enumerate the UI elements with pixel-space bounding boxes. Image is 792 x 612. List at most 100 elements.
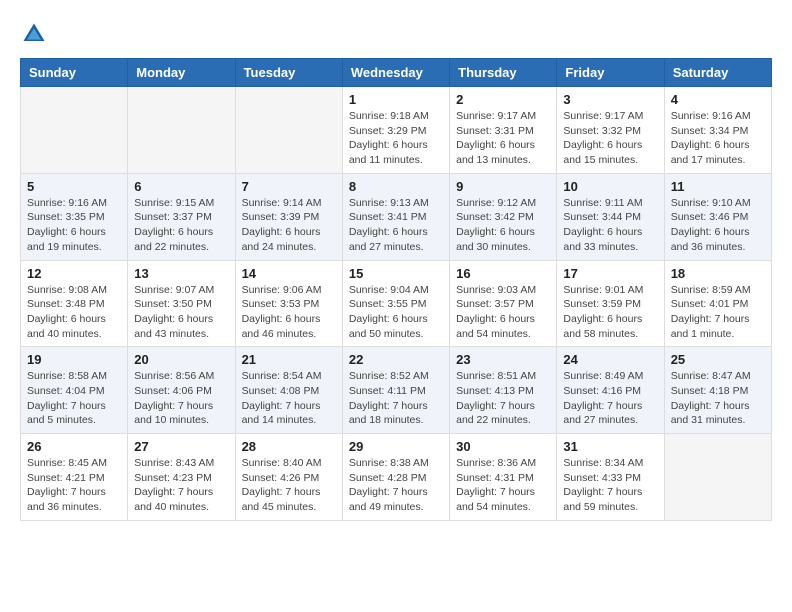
day-info: Sunrise: 8:59 AMSunset: 4:01 PMDaylight:… [671, 283, 765, 342]
day-info: Sunrise: 8:56 AMSunset: 4:06 PMDaylight:… [134, 369, 228, 428]
calendar-day: 26Sunrise: 8:45 AMSunset: 4:21 PMDayligh… [21, 434, 128, 521]
day-info: Sunrise: 9:18 AMSunset: 3:29 PMDaylight:… [349, 109, 443, 168]
day-number: 2 [456, 92, 550, 107]
day-number: 25 [671, 352, 765, 367]
day-number: 14 [242, 266, 336, 281]
calendar-day: 14 Sunrise: 9:06 AMSunset: 3:53 PMDayligh… [235, 260, 342, 347]
calendar-day: 23 Sunrise: 8:51 AMSunset: 4:13 PMDayligh… [450, 347, 557, 434]
day-number: 24 [563, 352, 657, 367]
calendar-day: 4Sunrise: 9:16 AMSunset: 3:34 PMDaylight… [664, 87, 771, 174]
day-number: 7 [242, 179, 336, 194]
day-info: Sunrise: 8:52 AMSunset: 4:11 PMDaylight:… [349, 369, 443, 428]
day-info: Sunrise: 8:49 AMSunset: 4:16 PMDaylight:… [563, 369, 657, 428]
calendar-day: 12 Sunrise: 9:08 AMSunset: 3:48 PMDayligh… [21, 260, 128, 347]
calendar-day: 19Sunrise: 8:58 AMSunset: 4:04 PMDayligh… [21, 347, 128, 434]
calendar-day: 8Sunrise: 9:13 AMSunset: 3:41 PMDaylight… [342, 173, 449, 260]
day-info: Sunrise: 9:17 AMSunset: 3:31 PMDaylight:… [456, 109, 550, 168]
calendar-day [21, 87, 128, 174]
calendar-day: 3Sunrise: 9:17 AMSunset: 3:32 PMDaylight… [557, 87, 664, 174]
day-number: 10 [563, 179, 657, 194]
day-number: 1 [349, 92, 443, 107]
day-info: Sunrise: 9:14 AMSunset: 3:39 PMDaylight:… [242, 196, 336, 255]
day-info: Sunrise: 9:13 AMSunset: 3:41 PMDaylight:… [349, 196, 443, 255]
day-info: Sunrise: 9:06 AMSunset: 3:53 PMDaylight:… [242, 283, 336, 342]
day-info: Sunrise: 9:07 AMSunset: 3:50 PMDaylight:… [134, 283, 228, 342]
day-info: Sunrise: 8:47 AMSunset: 4:18 PMDaylight:… [671, 369, 765, 428]
day-info: Sunrise: 8:51 AMSunset: 4:13 PMDaylight:… [456, 369, 550, 428]
weekday-header-monday: Monday [128, 59, 235, 87]
calendar-day: 11 Sunrise: 9:10 AMSunset: 3:46 PMDayligh… [664, 173, 771, 260]
day-info: Sunrise: 8:54 AMSunset: 4:08 PMDaylight:… [242, 369, 336, 428]
calendar-day [664, 434, 771, 521]
calendar-day: 22 Sunrise: 8:52 AMSunset: 4:11 PMDayligh… [342, 347, 449, 434]
day-number: 12 [27, 266, 121, 281]
weekday-header-friday: Friday [557, 59, 664, 87]
day-number: 21 [242, 352, 336, 367]
calendar-table: SundayMondayTuesdayWednesdayThursdayFrid… [20, 58, 772, 521]
day-info: Sunrise: 9:11 AMSunset: 3:44 PMDaylight:… [563, 196, 657, 255]
calendar-day: 15 Sunrise: 9:04 AMSunset: 3:55 PMDayligh… [342, 260, 449, 347]
calendar-day: 24 Sunrise: 8:49 AMSunset: 4:16 PMDayligh… [557, 347, 664, 434]
day-number: 28 [242, 439, 336, 454]
day-number: 6 [134, 179, 228, 194]
day-number: 17 [563, 266, 657, 281]
calendar-day: 20 Sunrise: 8:56 AMSunset: 4:06 PMDayligh… [128, 347, 235, 434]
day-info: Sunrise: 9:01 AMSunset: 3:59 PMDaylight:… [563, 283, 657, 342]
calendar-day: 25 Sunrise: 8:47 AMSunset: 4:18 PMDayligh… [664, 347, 771, 434]
calendar-day: 5 Sunrise: 9:16 AMSunset: 3:35 PMDaylight… [21, 173, 128, 260]
day-info: Sunrise: 8:43 AMSunset: 4:23 PMDaylight:… [134, 456, 228, 515]
calendar-day: 16 Sunrise: 9:03 AMSunset: 3:57 PMDayligh… [450, 260, 557, 347]
day-number: 26 [27, 439, 121, 454]
header [20, 20, 772, 48]
day-info: Sunrise: 9:17 AMSunset: 3:32 PMDaylight:… [563, 109, 657, 168]
calendar-day: 31Sunrise: 8:34 AMSunset: 4:33 PMDayligh… [557, 434, 664, 521]
calendar-day: 13 Sunrise: 9:07 AMSunset: 3:50 PMDayligh… [128, 260, 235, 347]
day-number: 20 [134, 352, 228, 367]
day-info: Sunrise: 9:15 AMSunset: 3:37 PMDaylight:… [134, 196, 228, 255]
calendar-day: 30 Sunrise: 8:36 AMSunset: 4:31 PMDayligh… [450, 434, 557, 521]
calendar-day [128, 87, 235, 174]
calendar-week-4: 26Sunrise: 8:45 AMSunset: 4:21 PMDayligh… [21, 434, 772, 521]
calendar-day [235, 87, 342, 174]
day-number: 9 [456, 179, 550, 194]
calendar-header: SundayMondayTuesdayWednesdayThursdayFrid… [21, 59, 772, 87]
day-info: Sunrise: 9:12 AMSunset: 3:42 PMDaylight:… [456, 196, 550, 255]
day-number: 19 [27, 352, 121, 367]
day-number: 30 [456, 439, 550, 454]
day-info: Sunrise: 9:16 AMSunset: 3:35 PMDaylight:… [27, 196, 121, 255]
day-info: Sunrise: 9:10 AMSunset: 3:46 PMDaylight:… [671, 196, 765, 255]
day-number: 22 [349, 352, 443, 367]
day-info: Sunrise: 8:38 AMSunset: 4:28 PMDaylight:… [349, 456, 443, 515]
weekday-header-sunday: Sunday [21, 59, 128, 87]
weekday-row: SundayMondayTuesdayWednesdayThursdayFrid… [21, 59, 772, 87]
day-number: 29 [349, 439, 443, 454]
weekday-header-thursday: Thursday [450, 59, 557, 87]
day-number: 15 [349, 266, 443, 281]
weekday-header-saturday: Saturday [664, 59, 771, 87]
calendar-week-3: 19Sunrise: 8:58 AMSunset: 4:04 PMDayligh… [21, 347, 772, 434]
calendar-day: 21 Sunrise: 8:54 AMSunset: 4:08 PMDayligh… [235, 347, 342, 434]
calendar-day: 10 Sunrise: 9:11 AMSunset: 3:44 PMDayligh… [557, 173, 664, 260]
calendar-day: 29 Sunrise: 8:38 AMSunset: 4:28 PMDayligh… [342, 434, 449, 521]
calendar-day: 17 Sunrise: 9:01 AMSunset: 3:59 PMDayligh… [557, 260, 664, 347]
logo-icon [20, 20, 48, 48]
day-info: Sunrise: 9:04 AMSunset: 3:55 PMDaylight:… [349, 283, 443, 342]
calendar-week-0: 1 Sunrise: 9:18 AMSunset: 3:29 PMDaylight… [21, 87, 772, 174]
day-number: 5 [27, 179, 121, 194]
calendar-day: 9 Sunrise: 9:12 AMSunset: 3:42 PMDaylight… [450, 173, 557, 260]
day-info: Sunrise: 9:03 AMSunset: 3:57 PMDaylight:… [456, 283, 550, 342]
day-info: Sunrise: 9:08 AMSunset: 3:48 PMDaylight:… [27, 283, 121, 342]
calendar-day: 27 Sunrise: 8:43 AMSunset: 4:23 PMDayligh… [128, 434, 235, 521]
day-number: 11 [671, 179, 765, 194]
day-number: 13 [134, 266, 228, 281]
day-number: 27 [134, 439, 228, 454]
calendar-day: 18Sunrise: 8:59 AMSunset: 4:01 PMDayligh… [664, 260, 771, 347]
day-info: Sunrise: 8:40 AMSunset: 4:26 PMDaylight:… [242, 456, 336, 515]
weekday-header-tuesday: Tuesday [235, 59, 342, 87]
day-number: 23 [456, 352, 550, 367]
day-info: Sunrise: 8:36 AMSunset: 4:31 PMDaylight:… [456, 456, 550, 515]
calendar-day: 7 Sunrise: 9:14 AMSunset: 3:39 PMDaylight… [235, 173, 342, 260]
day-number: 16 [456, 266, 550, 281]
calendar-week-2: 12 Sunrise: 9:08 AMSunset: 3:48 PMDayligh… [21, 260, 772, 347]
weekday-header-wednesday: Wednesday [342, 59, 449, 87]
